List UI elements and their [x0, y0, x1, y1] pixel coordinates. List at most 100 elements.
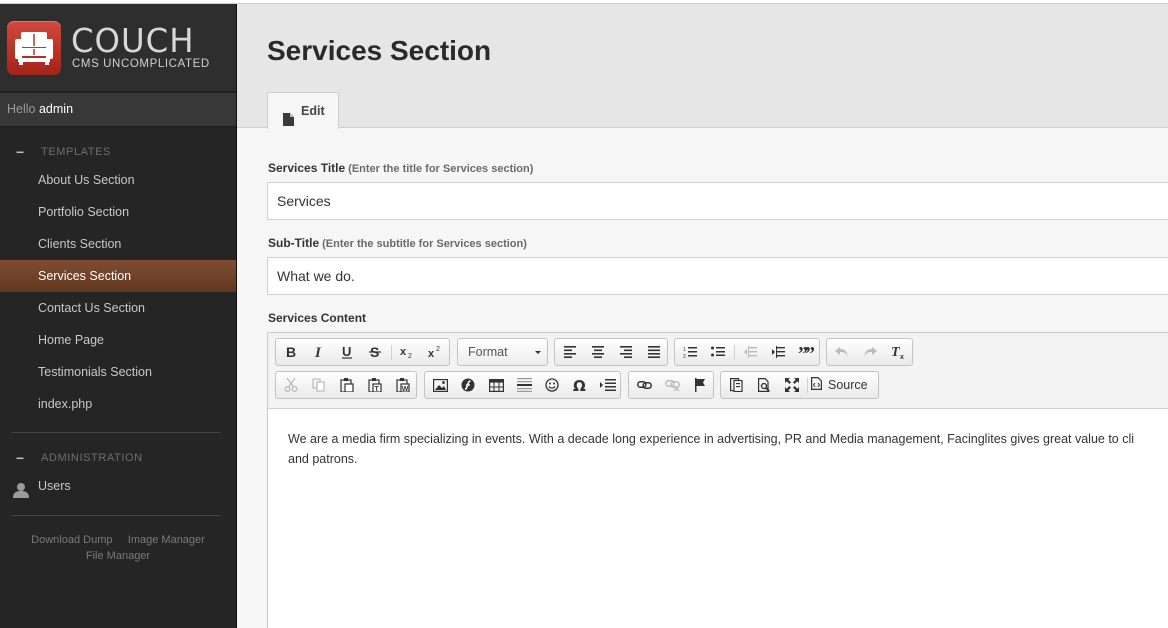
- document-icon: [283, 104, 294, 140]
- sidebar-item-index-php[interactable]: index.php: [0, 388, 236, 420]
- flash-icon[interactable]: [454, 372, 482, 398]
- sidebar-item-about-us[interactable]: About Us Section: [0, 164, 236, 196]
- anchor-flag-icon[interactable]: [686, 372, 714, 398]
- format-dropdown-label: Format: [468, 345, 508, 359]
- svg-text:2: 2: [683, 354, 686, 358]
- greeting-username[interactable]: admin: [39, 102, 73, 116]
- alignment-group: [554, 338, 668, 366]
- italic-button[interactable]: I: [305, 339, 333, 365]
- paste-text-icon[interactable]: T: [361, 372, 389, 398]
- toolbar-separator: [391, 345, 392, 360]
- paste-from-word-icon[interactable]: W: [389, 372, 417, 398]
- image-manager-link[interactable]: Image Manager: [128, 534, 205, 546]
- subtitle-input[interactable]: [267, 257, 1168, 295]
- editor-text-line: and patrons.: [288, 452, 358, 466]
- special-character-icon[interactable]: Ω: [566, 372, 594, 398]
- toolbar-separator: [734, 345, 735, 360]
- svg-text:x: x: [400, 346, 407, 358]
- services-title-label: Services Title (Enter the title for Servi…: [268, 161, 533, 175]
- sidebar-item-contact-us[interactable]: Contact Us Section: [0, 292, 236, 324]
- subtitle-label: Sub-Title (Enter the subtitle for Service…: [268, 236, 527, 250]
- sidebar-item-clients[interactable]: Clients Section: [0, 228, 236, 260]
- subscript-button[interactable]: x2: [393, 339, 421, 365]
- svg-text:1: 1: [683, 347, 686, 353]
- templates-group-header[interactable]: − TEMPLATES: [0, 141, 236, 163]
- tab-edit[interactable]: Edit: [267, 92, 339, 129]
- svg-text:B: B: [286, 345, 296, 359]
- source-button[interactable]: Source: [811, 372, 868, 398]
- services-content-label: Services Content: [268, 311, 367, 325]
- format-dropdown[interactable]: Format: [457, 338, 548, 366]
- clipboard-group: T W: [275, 371, 417, 399]
- collapse-minus-icon[interactable]: −: [16, 450, 25, 466]
- sidebar-item-testimonials[interactable]: Testimonials Section: [0, 356, 236, 388]
- page-break-icon[interactable]: [594, 372, 622, 398]
- tools-group: Source: [720, 371, 879, 399]
- collapse-minus-icon[interactable]: −: [16, 144, 25, 160]
- image-icon[interactable]: [426, 372, 454, 398]
- main-panel: Services Section Edit Services Title (Ent…: [237, 4, 1168, 628]
- svg-text:2: 2: [436, 346, 440, 353]
- unlink-icon[interactable]: [658, 372, 686, 398]
- svg-text:”: ”: [805, 346, 814, 358]
- basic-styles-group: B I U S x2 x2: [275, 338, 450, 366]
- link-icon[interactable]: [630, 372, 658, 398]
- brand-header: COUCH CMS UNCOMPLICATED: [0, 4, 236, 92]
- svg-text:U: U: [342, 345, 351, 359]
- redo-icon[interactable]: [856, 339, 884, 365]
- align-left-button[interactable]: [556, 339, 584, 365]
- sidebar: COUCH CMS UNCOMPLICATED Hello admin − TE…: [0, 4, 237, 628]
- links-group: [628, 371, 714, 399]
- templates-icon[interactable]: [722, 372, 750, 398]
- outdent-button[interactable]: [736, 339, 764, 365]
- source-icon: [811, 377, 822, 393]
- maximize-icon[interactable]: [778, 372, 806, 398]
- svg-text:Ω: Ω: [573, 378, 586, 392]
- list-group: 12 ””: [674, 338, 820, 366]
- underline-button[interactable]: U: [333, 339, 361, 365]
- editor-content[interactable]: We are a media firm specializing in even…: [288, 429, 1168, 469]
- align-center-button[interactable]: [584, 339, 612, 365]
- cut-icon[interactable]: [277, 372, 305, 398]
- strikethrough-button[interactable]: S: [361, 339, 389, 365]
- page-title: Services Section: [267, 35, 492, 66]
- svg-text:W: W: [402, 386, 409, 392]
- user-icon: [13, 478, 29, 510]
- paste-icon[interactable]: [333, 372, 361, 398]
- svg-text:T: T: [375, 386, 380, 392]
- brand-name: COUCH: [71, 21, 195, 60]
- numbered-list-button[interactable]: 12: [676, 339, 704, 365]
- table-icon[interactable]: [482, 372, 510, 398]
- horizontal-rule-icon[interactable]: [510, 372, 538, 398]
- undo-icon[interactable]: [828, 339, 856, 365]
- justify-button[interactable]: [640, 339, 668, 365]
- sidebar-item-services[interactable]: Services Section: [0, 260, 236, 292]
- align-right-button[interactable]: [612, 339, 640, 365]
- smiley-icon[interactable]: [538, 372, 566, 398]
- preview-icon[interactable]: [750, 372, 778, 398]
- source-button-label: Source: [828, 378, 868, 392]
- file-manager-link[interactable]: File Manager: [86, 550, 150, 562]
- services-title-input[interactable]: [267, 182, 1168, 220]
- field-hint: (Enter the subtitle for Services section…: [322, 238, 527, 250]
- download-dump-link[interactable]: Download Dump: [31, 534, 112, 546]
- sidebar-item-label: Users: [38, 479, 71, 493]
- sidebar-item-users[interactable]: Users: [0, 470, 236, 502]
- copy-icon[interactable]: [305, 372, 333, 398]
- superscript-button[interactable]: x2: [421, 339, 449, 365]
- tab-edit-label: Edit: [301, 104, 325, 118]
- bold-button[interactable]: B: [277, 339, 305, 365]
- templates-heading: TEMPLATES: [41, 146, 111, 158]
- administration-group-header[interactable]: − ADMINISTRATION: [0, 447, 236, 469]
- field-hint: (Enter the title for Services section): [348, 163, 534, 175]
- bulleted-list-button[interactable]: [704, 339, 732, 365]
- indent-button[interactable]: [764, 339, 792, 365]
- couch-logo-icon[interactable]: [7, 21, 61, 75]
- toolbar-separator: [807, 378, 808, 393]
- sidebar-item-portfolio[interactable]: Portfolio Section: [0, 196, 236, 228]
- chevron-down-icon: [535, 351, 541, 354]
- sidebar-item-home-page[interactable]: Home Page: [0, 324, 236, 356]
- remove-format-button[interactable]: Tx: [884, 339, 912, 365]
- blockquote-button[interactable]: ””: [792, 339, 820, 365]
- svg-text:x: x: [428, 348, 435, 359]
